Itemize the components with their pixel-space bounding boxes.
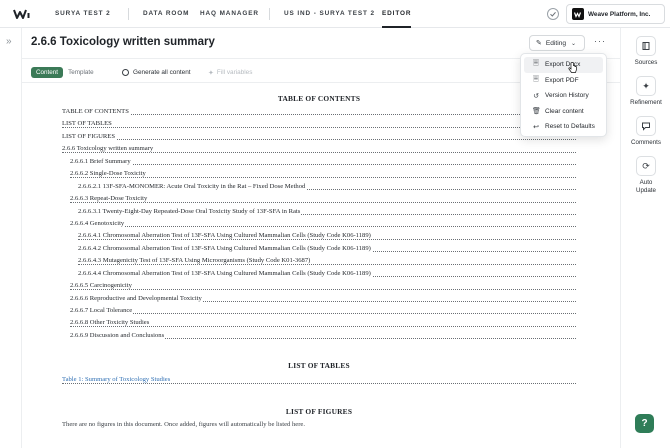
menu-item-export-pdf[interactable]: 🗏 Export PDF: [524, 73, 603, 89]
toc-entry[interactable]: 2.6.6.6 Reproductive and Developmental T…: [62, 293, 576, 305]
table-of-contents: TABLE OF CONTENTS LIST OF TABLES LIST OF F…: [62, 106, 576, 342]
editing-mode-button[interactable]: ✎ Editing ⌄: [529, 35, 585, 51]
content-template-toggle: Content Template: [31, 67, 99, 78]
toc-entry[interactable]: 2.6.6.3 Repeat-Dose Toxicity: [62, 193, 576, 205]
lof-heading: LIST OF FIGURES: [285, 406, 353, 416]
page-title: 2.6.6 Toxicology written summary: [31, 36, 215, 48]
sources-label: Sources: [634, 59, 658, 66]
wand-icon: ✦: [208, 69, 214, 77]
toc-entry[interactable]: 2.6.6.1 Brief Summary: [62, 156, 576, 168]
comments-button[interactable]: Comments: [621, 116, 670, 147]
edit-icon: ✎: [536, 40, 542, 47]
right-panel: Sources ✦ Refinement Comments ⟳ Auto Upd…: [620, 28, 670, 448]
expand-sidebar-icon[interactable]: »: [6, 37, 12, 47]
nav-haq-manager[interactable]: HAQ MANAGER: [200, 0, 259, 28]
toc-entry[interactable]: 2.6.6.4.3 Mutagenicity Test of 13F-SFA U…: [62, 255, 576, 267]
toc-heading: TABLE OF CONTENTS: [277, 94, 361, 103]
comment-icon: [636, 116, 656, 136]
toc-entry[interactable]: 2.6.6.8 Other Toxicity Studies: [62, 317, 576, 329]
org-switcher[interactable]: Weave Platform, Inc.: [566, 4, 665, 24]
sparkle-circle-icon: [122, 69, 129, 76]
hand-cursor-icon: [568, 62, 577, 73]
tab-template[interactable]: Template: [63, 67, 99, 78]
toc-entry[interactable]: LIST OF FIGURES: [62, 131, 576, 143]
generate-all-button[interactable]: Generate all content: [122, 67, 191, 78]
menu-item-reset-defaults[interactable]: ↩ Reset to Defaults: [524, 119, 603, 135]
top-nav: SURYA TEST 2 DATA ROOM HAQ MANAGER US IN…: [0, 0, 670, 28]
auto-update-label: Auto Update: [636, 179, 656, 194]
refresh-icon: ⟳: [636, 156, 656, 176]
toc-entry[interactable]: 2.6.6.9 Discussion and Conclusions: [62, 330, 576, 342]
sparkle-icon: ✦: [636, 76, 656, 96]
nav-editor[interactable]: EDITOR: [382, 0, 412, 28]
doc-icon: 🗏: [533, 75, 539, 83]
more-options-button[interactable]: ···: [592, 35, 608, 51]
menu-item-export-docx[interactable]: 🗏 Export Docx: [524, 57, 603, 73]
toc-entry[interactable]: 2.6.6.7 Local Tolerance: [62, 305, 576, 317]
help-button[interactable]: ?: [635, 414, 654, 433]
nav-separator: [269, 8, 270, 20]
comments-label: Comments: [631, 139, 661, 146]
nav-separator: [128, 8, 129, 20]
fill-variables-label: Fill variables: [216, 69, 253, 76]
nav-us-ind[interactable]: US IND - SURYA TEST 2: [284, 0, 375, 28]
doc-icon: 🗏: [533, 60, 539, 68]
lot-item[interactable]: Table 1: Summary of Toxicology Studies: [62, 374, 576, 386]
org-logo-icon: [572, 8, 584, 20]
lof-note: There are no figures in this document. O…: [62, 420, 305, 428]
generate-all-label: Generate all content: [133, 69, 191, 76]
weave-logo-icon[interactable]: [13, 7, 31, 21]
sources-button[interactable]: Sources: [621, 36, 670, 67]
tab-content[interactable]: Content: [31, 67, 64, 78]
fill-variables-button[interactable]: ✦ Fill variables: [208, 67, 252, 78]
editing-label: Editing: [545, 39, 567, 47]
menu-item-version-history[interactable]: ↺ Version History: [524, 88, 603, 104]
lot-heading: LIST OF TABLES: [288, 361, 350, 371]
toc-entry[interactable]: 2.6.6.5 Carcinogenicity: [62, 280, 576, 292]
toc-entry[interactable]: 2.6.6.4 Genotoxicity: [62, 218, 576, 230]
nav-data-room[interactable]: DATA ROOM: [143, 0, 189, 28]
org-name: Weave Platform, Inc.: [588, 10, 651, 18]
auto-update-button[interactable]: ⟳ Auto Update: [621, 156, 670, 195]
toc-entry[interactable]: LIST OF TABLES: [62, 118, 576, 130]
refinement-button[interactable]: ✦ Refinement: [621, 76, 670, 107]
toc-entry[interactable]: TABLE OF CONTENTS: [62, 106, 576, 118]
toc-entry[interactable]: 2.6.6 Toxicology written summary: [62, 143, 576, 155]
toc-entry[interactable]: 2.6.6.4.4 Chromosomal Aberration Test of…: [62, 268, 576, 280]
check-circle-icon[interactable]: [547, 8, 559, 20]
refinement-label: Refinement: [630, 99, 662, 106]
chevron-down-icon: ⌄: [571, 40, 577, 47]
toc-entry[interactable]: 2.6.6.4.1 Chromosomal Aberration Test of…: [62, 230, 576, 242]
menu-item-clear-content[interactable]: 🗑 Clear content: [524, 104, 603, 120]
nav-project[interactable]: SURYA TEST 2: [55, 0, 111, 28]
reset-icon: ↩: [533, 123, 539, 131]
trash-icon: 🗑: [532, 108, 541, 116]
toc-entry[interactable]: 2.6.6.3.1 Twenty-Eight-Day Repeated-Dose…: [62, 206, 576, 218]
toc-entry[interactable]: 2.6.6.2 Single-Dose Toxicity: [62, 168, 576, 180]
toc-entry[interactable]: 2.6.6.4.2 Chromosomal Aberration Test of…: [62, 243, 576, 255]
left-rail: »: [0, 28, 22, 448]
document-body[interactable]: TABLE OF CONTENTS TABLE OF CONTENTS LIST …: [62, 90, 576, 428]
toc-entry[interactable]: 2.6.6.2.1 13F-SFA-MONOMER: Acute Oral To…: [62, 181, 576, 193]
book-icon: [636, 36, 656, 56]
history-icon: ↺: [533, 92, 539, 100]
editing-dropdown-menu: 🗏 Export Docx 🗏 Export PDF ↺ Version His…: [520, 53, 607, 137]
